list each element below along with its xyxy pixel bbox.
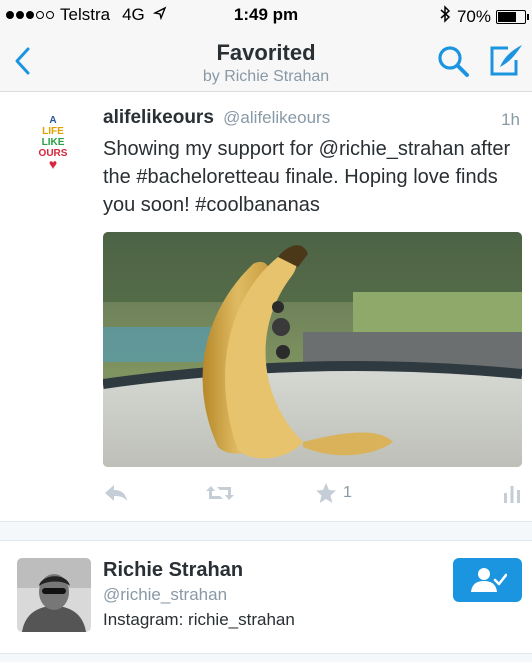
battery-level [498,11,517,22]
navigation-bar: Favorited by Richie Strahan [0,30,532,92]
retweet-icon [206,486,234,500]
user-name[interactable]: Richie Strahan [103,559,243,582]
compose-icon [490,45,522,76]
banana-photo [103,232,522,467]
tweet-text: Showing my support for @richie_strahan a… [103,138,511,216]
follow-button[interactable] [453,558,522,602]
bluetooth-icon [439,5,451,28]
search-button[interactable] [436,44,472,80]
user-bio: Instagram: richie_strahan [103,610,295,629]
user-card[interactable]: Richie Strahan @richie_strahan Instagram… [0,541,532,653]
battery-percent: 70% [456,6,491,26]
favorite-count: 1 [343,484,352,501]
tweet-actions: 1 [103,480,523,506]
reply-icon [105,485,127,501]
tweet-photo[interactable] [103,232,522,467]
reply-button[interactable] [103,480,129,506]
section-divider [0,521,532,541]
stats-button[interactable] [503,480,521,506]
tweet-header: alifelikeours @alifelikeours [103,107,523,129]
search-icon [438,46,469,77]
compose-button[interactable] [486,42,526,80]
author-handle[interactable]: @alifelikeours [223,108,330,127]
favorite-button[interactable]: 1 [315,480,352,506]
list-bottom [0,653,532,662]
battery-icon [496,9,529,24]
status-right: 70% [439,5,529,28]
heart-icon: ♥ [48,156,58,172]
user-avatar[interactable] [17,558,91,632]
status-bar: Telstra 4G 1:49 pm 70% [0,0,532,30]
bar-chart-icon [504,486,520,503]
follow-user-icon [470,568,507,592]
author-avatar[interactable]: A LIFE LIKE OURS ♥ [32,115,74,177]
user-avatar-photo [17,558,91,632]
retweet-button[interactable] [205,480,235,506]
star-icon [316,483,336,503]
tweet-timestamp: 1h [501,110,520,129]
user-handle: @richie_strahan [103,585,228,604]
author-name[interactable]: alifelikeours [103,107,214,128]
tweet[interactable]: A LIFE LIKE OURS ♥ alifelikeours @alifel… [0,93,532,521]
